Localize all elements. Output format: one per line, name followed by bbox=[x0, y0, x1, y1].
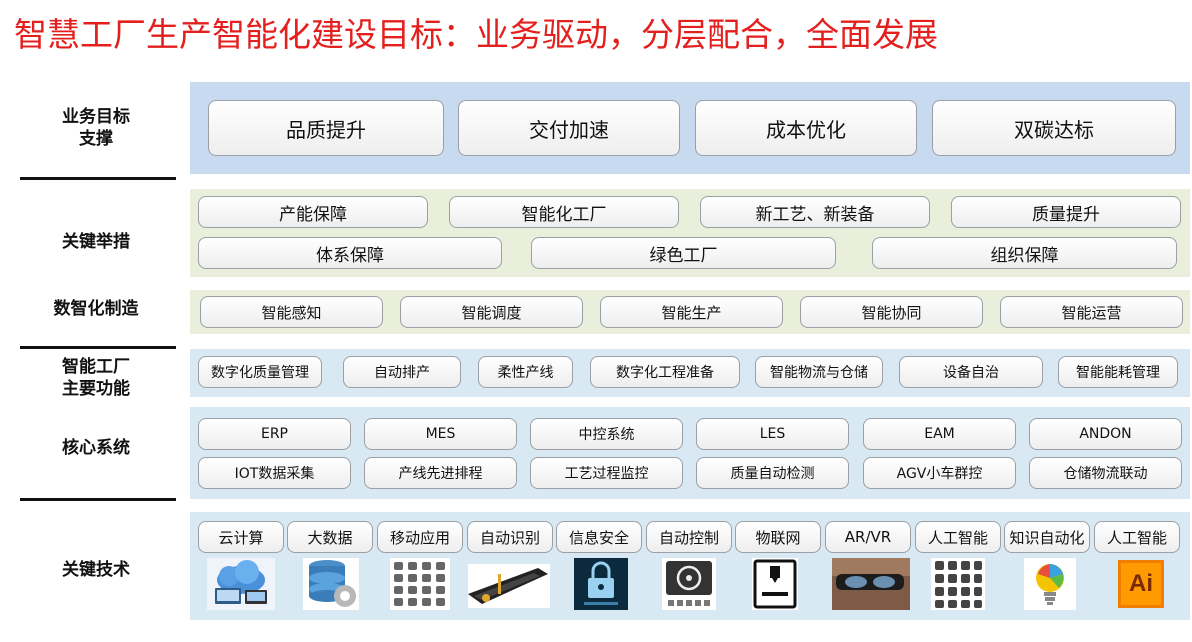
measure-item: 组织保障 bbox=[872, 237, 1177, 269]
row-label-key-measures: 关键举措 bbox=[62, 232, 130, 252]
tech-item: 知识自动化 bbox=[1004, 521, 1090, 553]
key-technologies-band: 云计算 大数据 移动应用 自动识别 信息安全 自动控制 物联网 AR/VR 人工… bbox=[190, 512, 1190, 620]
goal-item: 双碳达标 bbox=[932, 100, 1176, 156]
row-separator bbox=[20, 498, 176, 501]
system-item: 工艺过程监控 bbox=[530, 457, 683, 489]
ai-logo-text: Ai bbox=[1129, 570, 1153, 597]
security-lock-icon bbox=[574, 558, 628, 610]
key-measures-band: 产能保障 智能化工厂 新工艺、新装备 质量提升 体系保障 绿色工厂 组织保障 bbox=[190, 189, 1190, 277]
system-item: MES bbox=[364, 418, 517, 450]
digital-item: 智能运营 bbox=[1000, 296, 1183, 328]
goal-item: 成本优化 bbox=[695, 100, 917, 156]
measure-item: 产能保障 bbox=[198, 196, 428, 228]
system-item: 质量自动检测 bbox=[696, 457, 849, 489]
tech-item: 自动控制 bbox=[646, 521, 732, 553]
knowledge-lightbulb-icon bbox=[1024, 558, 1076, 610]
system-item: 仓储物流联动 bbox=[1029, 457, 1182, 489]
tech-item: 大数据 bbox=[287, 521, 373, 553]
robot-ai-icon bbox=[931, 558, 985, 610]
ai-logo-icon: Ai bbox=[1118, 560, 1164, 608]
measure-item: 绿色工厂 bbox=[531, 237, 836, 269]
function-item: 智能物流与仓储 bbox=[755, 356, 883, 388]
digital-item: 智能感知 bbox=[200, 296, 383, 328]
row-label-goals: 业务目标 支撑 bbox=[62, 107, 130, 149]
tech-item: 云计算 bbox=[198, 521, 284, 553]
tech-item: 人工智能 bbox=[915, 521, 1001, 553]
barcode-scanner-icon bbox=[468, 564, 550, 608]
row-separator bbox=[20, 177, 176, 180]
measure-item: 质量提升 bbox=[951, 196, 1181, 228]
row-label-core-systems: 核心系统 bbox=[62, 438, 130, 458]
digital-item: 智能协同 bbox=[800, 296, 983, 328]
tech-item: 自动识别 bbox=[467, 521, 553, 553]
measure-item: 智能化工厂 bbox=[449, 196, 679, 228]
digital-manufacturing-band: 智能感知 智能调度 智能生产 智能协同 智能运营 bbox=[190, 290, 1190, 334]
ar-vr-glasses-icon bbox=[832, 558, 910, 610]
system-item: 产线先进排程 bbox=[364, 457, 517, 489]
tech-item: 人工智能 bbox=[1094, 521, 1180, 553]
iot-3d-printer-icon bbox=[752, 558, 798, 610]
system-item: ANDON bbox=[1029, 418, 1182, 450]
function-item: 数字化工程准备 bbox=[590, 356, 740, 388]
database-gear-icon bbox=[303, 558, 359, 610]
tech-item: 物联网 bbox=[735, 521, 821, 553]
row-separator bbox=[20, 346, 176, 349]
function-item: 设备自治 bbox=[899, 356, 1043, 388]
tech-item: 信息安全 bbox=[556, 521, 642, 553]
main-functions-band: 数字化质量管理 自动排产 柔性产线 数字化工程准备 智能物流与仓储 设备自治 智… bbox=[190, 349, 1190, 397]
goal-item: 品质提升 bbox=[208, 100, 444, 156]
cloud-devices-icon bbox=[207, 558, 275, 610]
system-item: IOT数据采集 bbox=[198, 457, 351, 489]
digital-item: 智能调度 bbox=[400, 296, 583, 328]
tech-item: AR/VR bbox=[825, 521, 911, 553]
core-systems-band: ERP MES 中控系统 LES EAM ANDON IOT数据采集 产线先进排… bbox=[190, 407, 1190, 499]
system-item: ERP bbox=[198, 418, 351, 450]
digital-item: 智能生产 bbox=[600, 296, 783, 328]
system-item: EAM bbox=[863, 418, 1016, 450]
page-title: 智慧工厂生产智能化建设目标：业务驱动，分层配合，全面发展 bbox=[14, 15, 938, 54]
row-label-main-functions: 智能工厂 主要功能 bbox=[62, 357, 130, 399]
mobile-apps-grid-icon bbox=[390, 558, 450, 610]
row-label-key-technologies: 关键技术 bbox=[62, 560, 130, 580]
measure-item: 体系保障 bbox=[198, 237, 502, 269]
function-item: 智能能耗管理 bbox=[1058, 356, 1178, 388]
goal-item: 交付加速 bbox=[458, 100, 680, 156]
tech-item: 移动应用 bbox=[377, 521, 463, 553]
automatic-control-icon bbox=[662, 558, 716, 610]
system-item: 中控系统 bbox=[530, 418, 683, 450]
row-label-digital-manufacturing: 数智化制造 bbox=[53, 299, 139, 319]
measure-item: 新工艺、新装备 bbox=[700, 196, 930, 228]
function-item: 数字化质量管理 bbox=[198, 356, 322, 388]
function-item: 自动排产 bbox=[343, 356, 461, 388]
function-item: 柔性产线 bbox=[478, 356, 573, 388]
system-item: LES bbox=[696, 418, 849, 450]
goals-band: 品质提升 交付加速 成本优化 双碳达标 bbox=[190, 82, 1190, 174]
system-item: AGV小车群控 bbox=[863, 457, 1016, 489]
